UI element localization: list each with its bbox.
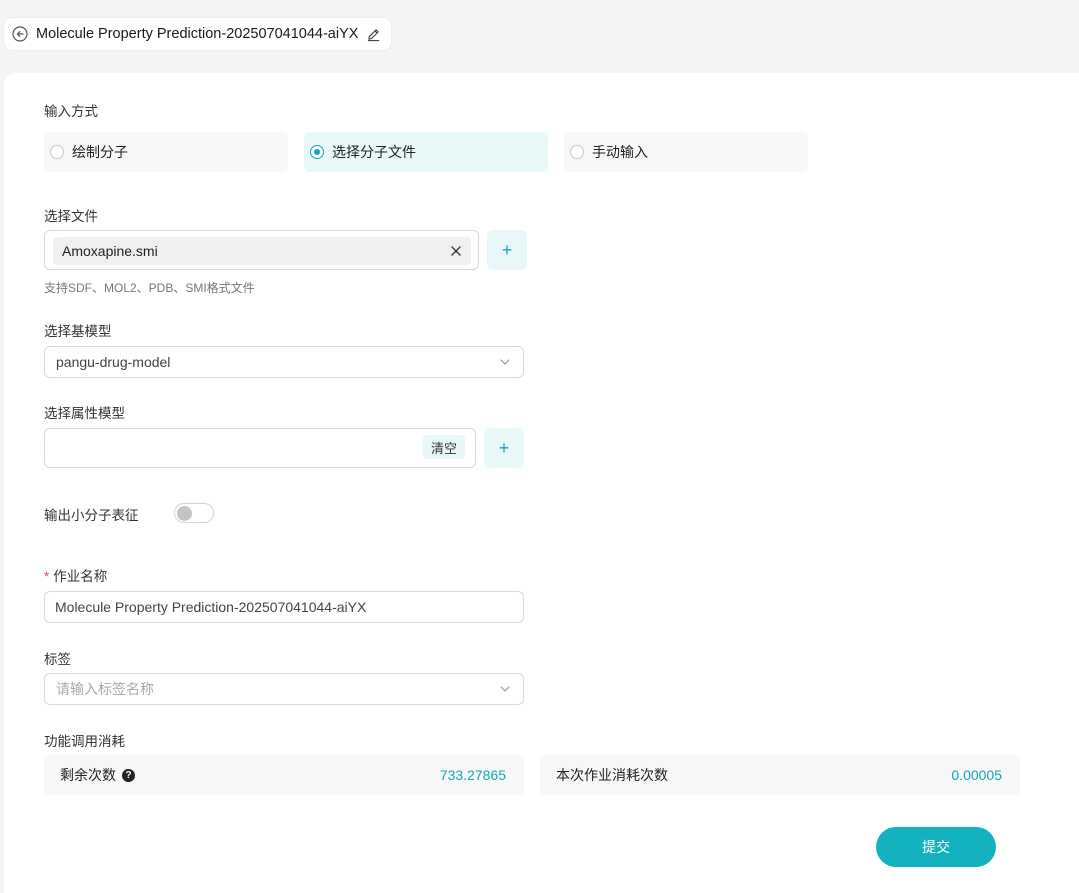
tags-select[interactable]: 请输入标签名称	[44, 673, 524, 705]
radio-draw-molecule[interactable]: 绘制分子	[44, 132, 288, 172]
form-panel: 输入方式 绘制分子 选择分子文件 手动输入 选择文件 Amoxapine.smi…	[4, 73, 1079, 893]
page-title: Molecule Property Prediction-20250704104…	[36, 26, 359, 42]
radio-dot-icon	[50, 145, 64, 159]
attr-model-label: 选择属性模型	[44, 406, 125, 421]
chevron-down-icon	[499, 356, 511, 368]
job-name-label: * 作业名称	[44, 565, 107, 585]
job-title-bar: Molecule Property Prediction-20250704104…	[4, 18, 392, 50]
radio-label: 选择分子文件	[332, 144, 416, 160]
remaining-label: 剩余次数	[60, 767, 116, 783]
job-cost-value: 0.00005	[951, 767, 1002, 783]
radio-select-file[interactable]: 选择分子文件	[304, 132, 548, 172]
base-model-value: pangu-drug-model	[56, 354, 171, 370]
tags-label: 标签	[44, 652, 71, 667]
job-name-label-text: 作业名称	[53, 569, 108, 584]
file-format-hint: 支持SDF、MOL2、PDB、SMI格式文件	[44, 281, 255, 295]
radio-dot-icon	[310, 145, 324, 159]
add-file-button[interactable]: +	[487, 230, 527, 270]
file-upload-box[interactable]: Amoxapine.smi	[44, 230, 479, 270]
file-select-label: 选择文件	[44, 209, 98, 224]
input-method-label: 输入方式	[44, 104, 98, 119]
job-cost-label: 本次作业消耗次数	[556, 767, 668, 783]
attr-model-input[interactable]: 清空	[44, 428, 476, 468]
close-icon[interactable]	[451, 246, 461, 256]
base-model-label: 选择基模型	[44, 324, 112, 339]
submit-button[interactable]: 提交	[876, 827, 996, 867]
clear-button[interactable]: 清空	[422, 435, 465, 459]
cost-label: 功能调用消耗	[44, 734, 125, 749]
add-attr-model-button[interactable]: +	[484, 428, 524, 468]
radio-label: 手动输入	[592, 144, 648, 160]
back-circle-icon[interactable]	[12, 26, 28, 42]
radio-label: 绘制分子	[72, 144, 128, 160]
output-repr-label: 输出小分子表征	[44, 508, 139, 523]
base-model-select[interactable]: pangu-drug-model	[44, 346, 524, 378]
chevron-down-icon	[499, 683, 511, 695]
output-repr-toggle[interactable]	[174, 503, 214, 523]
file-name: Amoxapine.smi	[62, 243, 158, 259]
remaining-value: 733.27865	[439, 767, 506, 783]
help-icon[interactable]: ?	[122, 768, 135, 782]
tags-placeholder: 请输入标签名称	[56, 681, 154, 697]
job-cost-card: 本次作业消耗次数 0.00005	[540, 755, 1020, 795]
radio-dot-icon	[570, 145, 584, 159]
job-name-input[interactable]	[44, 591, 524, 623]
remaining-count-card: 剩余次数 ? 733.27865	[44, 755, 524, 795]
radio-manual-input[interactable]: 手动输入	[564, 132, 808, 172]
remaining-label-wrap: 剩余次数 ?	[60, 765, 135, 785]
required-mark: *	[44, 569, 50, 584]
file-chip: Amoxapine.smi	[53, 237, 471, 265]
pencil-icon[interactable]	[366, 27, 381, 42]
toggle-knob	[177, 506, 192, 521]
